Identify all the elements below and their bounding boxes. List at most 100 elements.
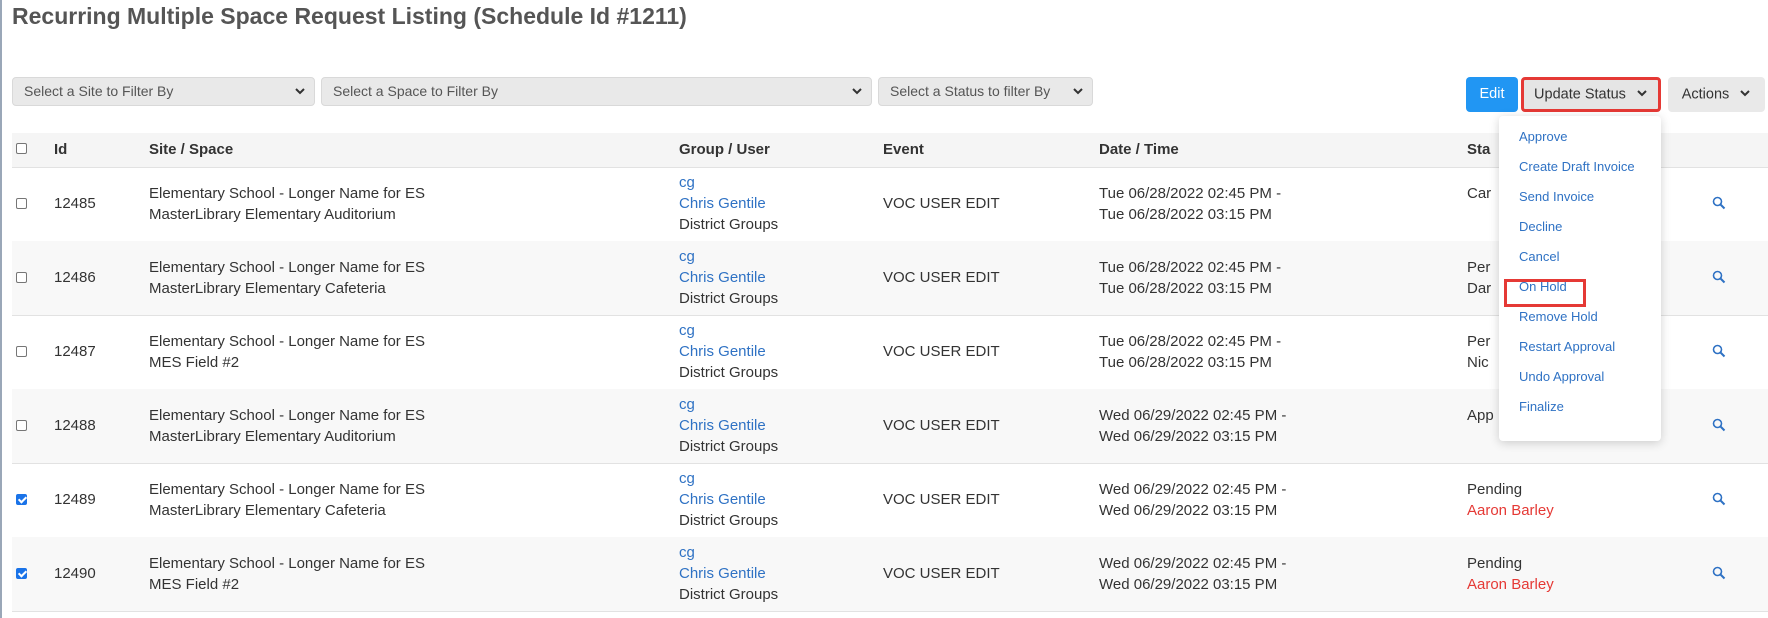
site-filter-label: Select a Site to Filter By: [24, 83, 174, 99]
status-menu-item-undo-approval[interactable]: Undo Approval: [1519, 368, 1604, 386]
row-end: Wed 06/29/2022 03:15 PM: [1099, 502, 1278, 519]
status-menu-item-finalize[interactable]: Finalize: [1519, 398, 1564, 416]
space-filter-label: Select a Space to Filter By: [333, 83, 498, 99]
magnifier-icon[interactable]: [1712, 270, 1726, 289]
actions-button[interactable]: Actions: [1668, 77, 1765, 112]
update-status-button[interactable]: Update Status: [1521, 77, 1661, 112]
row-checkbox[interactable]: [16, 272, 27, 283]
row-checkbox[interactable]: [16, 420, 27, 431]
magnifier-icon[interactable]: [1712, 566, 1726, 585]
row-space: MES Field #2: [149, 576, 240, 593]
chevron-down-icon: [294, 78, 306, 114]
update-status-label: Update Status: [1534, 86, 1626, 103]
row-start: Tue 06/28/2022 02:45 PM -: [1099, 259, 1282, 276]
status-menu-item-cancel[interactable]: Cancel: [1519, 248, 1559, 266]
row-user-link[interactable]: Chris Gentile: [679, 489, 766, 510]
row-id: 12489: [54, 491, 96, 508]
edit-button-label: Edit: [1479, 86, 1505, 102]
row-start: Wed 06/29/2022 02:45 PM -: [1099, 481, 1287, 498]
table-row: 12489 Elementary School - Longer Name for…: [12, 463, 1768, 538]
row-status: Per: [1467, 259, 1491, 276]
row-start: Tue 06/28/2022 02:45 PM -: [1099, 333, 1282, 350]
row-user-link[interactable]: Chris Gentile: [679, 267, 766, 288]
row-event: VOC USER EDIT: [883, 417, 1000, 434]
chevron-down-icon: [1072, 78, 1084, 114]
status-menu-item-decline[interactable]: Decline: [1519, 218, 1562, 236]
status-menu-item-create-draft-invoice[interactable]: Create Draft Invoice: [1519, 158, 1635, 176]
update-status-menu: Approve Create Draft Invoice Send Invoice D…: [1499, 116, 1661, 441]
row-id: 12490: [54, 565, 96, 582]
row-group-link[interactable]: cg: [679, 246, 695, 267]
space-filter-select[interactable]: Select a Space to Filter By: [321, 77, 872, 106]
chevron-down-icon: [851, 78, 863, 114]
row-id: 12485: [54, 195, 96, 212]
row-event: VOC USER EDIT: [883, 565, 1000, 582]
magnifier-icon[interactable]: [1712, 418, 1726, 437]
row-site: Elementary School - Longer Name for ES: [149, 555, 425, 572]
table-row: 12490 Elementary School - Longer Name for…: [12, 537, 1768, 612]
magnifier-icon[interactable]: [1712, 492, 1726, 511]
chevron-down-icon: [1739, 77, 1751, 112]
row-event: VOC USER EDIT: [883, 269, 1000, 286]
row-user-link[interactable]: Chris Gentile: [679, 563, 766, 584]
row-user-link[interactable]: Chris Gentile: [679, 341, 766, 362]
edit-button[interactable]: Edit: [1466, 77, 1518, 112]
row-group-link[interactable]: cg: [679, 394, 695, 415]
row-site: Elementary School - Longer Name for ES: [149, 481, 425, 498]
row-status: Per: [1467, 333, 1491, 350]
row-status: App: [1467, 407, 1494, 424]
header-id: Id: [54, 141, 68, 158]
row-groups: District Groups: [679, 438, 779, 455]
header-group-user: Group / User: [679, 141, 770, 158]
row-group-link[interactable]: cg: [679, 172, 695, 193]
row-site: Elementary School - Longer Name for ES: [149, 259, 425, 276]
row-groups: District Groups: [679, 364, 779, 381]
row-user-link[interactable]: Chris Gentile: [679, 415, 766, 436]
row-user-link[interactable]: Chris Gentile: [679, 193, 766, 214]
status-menu-item-remove-hold[interactable]: Remove Hold: [1519, 308, 1598, 326]
magnifier-icon[interactable]: [1712, 344, 1726, 363]
row-end: Tue 06/28/2022 03:15 PM: [1099, 206, 1272, 223]
row-space: MasterLibrary Elementary Cafeteria: [149, 280, 386, 297]
row-end: Wed 06/29/2022 03:15 PM: [1099, 576, 1278, 593]
row-checkbox[interactable]: [16, 568, 27, 579]
row-status-user: Dar: [1467, 280, 1492, 297]
status-menu-item-approve[interactable]: Approve: [1519, 128, 1567, 146]
select-all-checkbox[interactable]: [16, 143, 27, 154]
row-site: Elementary School - Longer Name for ES: [149, 185, 425, 202]
site-filter-select[interactable]: Select a Site to Filter By: [12, 77, 315, 106]
row-start: Wed 06/29/2022 02:45 PM -: [1099, 407, 1287, 424]
status-filter-label: Select a Status to filter By: [890, 83, 1051, 99]
row-space: MasterLibrary Elementary Auditorium: [149, 428, 396, 445]
row-group-link[interactable]: cg: [679, 468, 695, 489]
actions-label: Actions: [1681, 86, 1730, 103]
row-group-link[interactable]: cg: [679, 542, 695, 563]
page-title: Recurring Multiple Space Request Listing…: [12, 3, 687, 29]
chevron-down-icon: [1636, 80, 1648, 109]
magnifier-icon[interactable]: [1712, 196, 1726, 215]
row-end: Tue 06/28/2022 03:15 PM: [1099, 354, 1272, 371]
row-groups: District Groups: [679, 290, 779, 307]
row-checkbox[interactable]: [16, 198, 27, 209]
header-date-time: Date / Time: [1099, 141, 1179, 158]
row-status: Pending: [1467, 555, 1523, 572]
left-border: [0, 0, 2, 618]
row-status-user: Aaron Barley: [1467, 576, 1554, 593]
row-space: MasterLibrary Elementary Auditorium: [149, 206, 396, 223]
status-menu-item-restart-approval[interactable]: Restart Approval: [1519, 338, 1615, 356]
header-site-space: Site / Space: [149, 141, 234, 158]
row-space: MES Field #2: [149, 354, 240, 371]
row-start: Wed 06/29/2022 02:45 PM -: [1099, 555, 1287, 572]
status-menu-item-send-invoice[interactable]: Send Invoice: [1519, 188, 1594, 206]
row-event: VOC USER EDIT: [883, 491, 1000, 508]
row-site: Elementary School - Longer Name for ES: [149, 333, 425, 350]
row-groups: District Groups: [679, 512, 779, 529]
row-start: Tue 06/28/2022 02:45 PM -: [1099, 185, 1282, 202]
row-status: Pending: [1467, 481, 1523, 498]
row-end: Wed 06/29/2022 03:15 PM: [1099, 428, 1278, 445]
row-group-link[interactable]: cg: [679, 320, 695, 341]
row-checkbox[interactable]: [16, 346, 27, 357]
row-event: VOC USER EDIT: [883, 195, 1000, 212]
status-filter-select[interactable]: Select a Status to filter By: [878, 77, 1093, 106]
row-checkbox[interactable]: [16, 494, 27, 505]
